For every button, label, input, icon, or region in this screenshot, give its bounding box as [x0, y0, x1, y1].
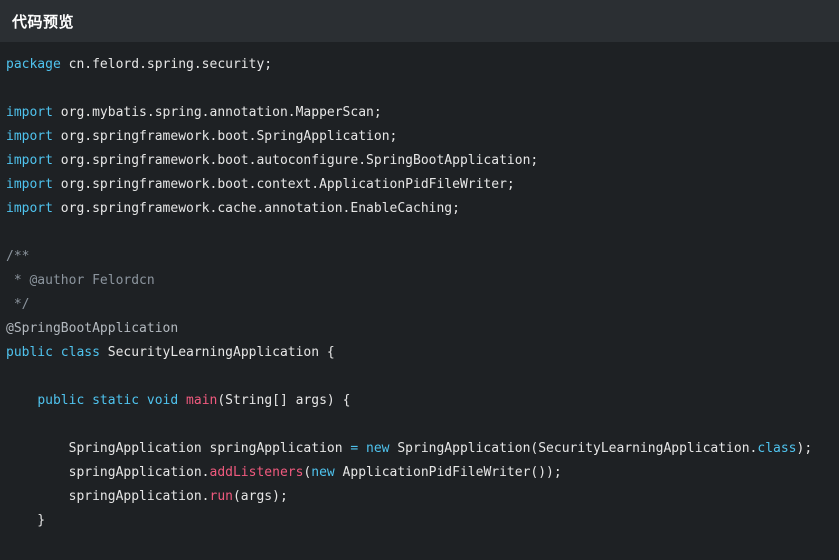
code-token: public	[6, 345, 53, 360]
code-token: org.springframework.boot.autoconfigure.S…	[52, 153, 539, 168]
code-token: import	[6, 153, 53, 168]
code-line: import org.mybatis.spring.annotation.Map…	[6, 101, 812, 125]
code-token: springApplication.	[6, 465, 210, 480]
code-token: static	[92, 393, 140, 408]
code-line: ​	[6, 365, 812, 389]
code-line: SpringApplication springApplication = ne…	[6, 437, 813, 461]
code-token: org.springframework.cache.annotation.Ena…	[52, 201, 460, 216]
code-token: main	[186, 393, 218, 408]
code-token: (String[] args) {	[217, 393, 351, 408]
code-preview-panel: 代码预览 package cn.felord.spring.security;​…	[0, 0, 839, 560]
code-token: SpringApplication springApplication	[6, 441, 351, 456]
panel-header: 代码预览	[0, 0, 839, 42]
code-token: SecurityLearningApplication {	[99, 345, 335, 360]
code-token: class	[60, 345, 100, 360]
code-token: import	[6, 129, 53, 144]
code-token: ApplicationPidFileWriter());	[334, 465, 562, 480]
code-line: ​	[6, 413, 812, 437]
code-token: import	[6, 201, 53, 216]
code-token: springApplication.	[6, 489, 210, 504]
code-token: new	[311, 465, 335, 480]
code-line: import org.springframework.boot.autoconf…	[6, 149, 812, 173]
code-line: import org.springframework.boot.context.…	[6, 173, 812, 197]
code-token: org.springframework.boot.SpringApplicati…	[52, 129, 398, 144]
code-line: */	[6, 293, 812, 317]
code-token: void	[146, 393, 179, 408]
code-token: run	[209, 489, 233, 504]
code-token: );	[796, 441, 813, 456]
code-token: org.mybatis.spring.annotation.MapperScan…	[52, 105, 382, 120]
code-token: @SpringBootApplication	[6, 321, 179, 336]
code-line: public class SecurityLearningApplication…	[6, 341, 812, 365]
code-token: /**	[6, 249, 30, 264]
code-token: import	[6, 177, 53, 192]
code-token: SpringApplication(SecurityLearningApplic…	[389, 441, 758, 456]
code-line: }	[6, 509, 812, 533]
code-line: springApplication.run(args);	[6, 485, 812, 509]
panel-title: 代码预览	[12, 12, 75, 31]
code-token: (args);	[232, 489, 288, 504]
code-line: package cn.felord.spring.security;	[6, 53, 812, 77]
code-line: public static void main(String[] args) {	[6, 389, 812, 413]
code-line: import org.springframework.boot.SpringAp…	[6, 125, 812, 149]
code-token: }	[6, 513, 46, 528]
code-line: @SpringBootApplication	[6, 317, 812, 341]
code-line: * @author Felordcn	[6, 269, 812, 293]
code-token: */	[6, 297, 30, 312]
code-token: public	[37, 393, 85, 408]
code-token: new	[366, 441, 390, 456]
code-line: ​	[6, 221, 812, 245]
code-block: package cn.felord.spring.security;​impor…	[6, 53, 812, 533]
code-line: springApplication.addListeners(new Appli…	[6, 461, 812, 485]
code-token: import	[6, 105, 53, 120]
code-line: ​	[6, 77, 812, 101]
code-line: /**	[6, 245, 812, 269]
code-token: cn.felord.spring.security;	[60, 57, 273, 72]
code-token: package	[6, 57, 61, 72]
code-token: class	[757, 441, 797, 456]
code-token: org.springframework.boot.context.Applica…	[52, 177, 515, 192]
code-line: import org.springframework.cache.annotat…	[6, 197, 812, 221]
code-token: * @author Felordcn	[6, 273, 155, 288]
code-token: addListeners	[209, 465, 304, 480]
